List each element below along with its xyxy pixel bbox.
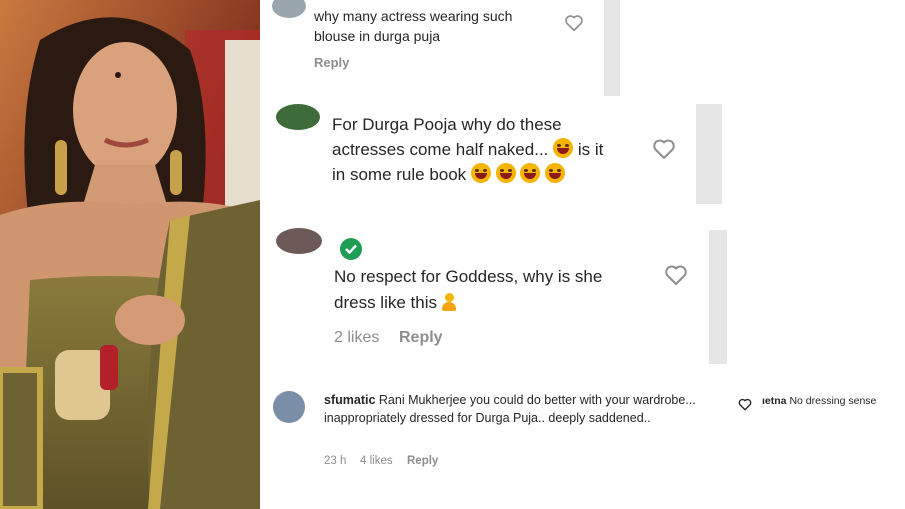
heart-outline-icon[interactable] — [564, 14, 584, 37]
reply-button[interactable]: Reply — [407, 455, 438, 467]
likes-count[interactable]: 2 likes — [334, 329, 379, 347]
reply-button[interactable]: Reply — [314, 55, 349, 70]
verified-check-icon — [340, 238, 362, 265]
laughing-emoji-icon — [470, 163, 491, 183]
comment-line-text: dress like this — [334, 293, 437, 312]
comment-username[interactable]: sfumatic — [324, 393, 375, 407]
commenter-avatar[interactable] — [272, 0, 306, 18]
comment-screenshot-4: sfumatic Rani Mukherjee you could do bet… — [262, 380, 732, 480]
divider — [709, 230, 727, 364]
commenter-avatar[interactable] — [273, 391, 305, 423]
commenter-avatar[interactable] — [276, 104, 320, 130]
comment-screenshot-1: why many actress wearing such blouse in … — [262, 0, 602, 96]
comment-line-text: in some rule book — [332, 165, 467, 184]
heart-outline-icon[interactable] — [738, 398, 752, 416]
comment-username[interactable]: ıetna — [762, 395, 787, 407]
comment-line: No respect for Goddess, why is she — [334, 267, 603, 286]
reply-button[interactable]: Reply — [399, 329, 443, 347]
person-emoji-icon — [441, 293, 456, 311]
laughing-emoji-icon — [520, 163, 541, 183]
comment-body: Rani Mukherjee you could do better with … — [324, 393, 696, 425]
comment-line: in some rule book — [332, 162, 672, 187]
comment-text: why many actress wearing such blouse in … — [314, 8, 513, 44]
heart-outline-icon[interactable] — [652, 138, 676, 165]
commenter-avatar[interactable] — [276, 228, 322, 254]
laughing-emoji-icon — [545, 163, 566, 183]
comment-body: No dressing sense — [789, 395, 877, 407]
comment-text: For Durga Pooja why do these actresses c… — [332, 112, 672, 187]
laughing-emoji-icon — [495, 163, 516, 183]
comment-text: sfumatic Rani Mukherjee you could do bet… — [324, 391, 704, 427]
comment-time: 23 h — [324, 455, 347, 467]
comment-line: dress like this — [334, 290, 664, 316]
likes-count[interactable]: 4 likes — [360, 455, 393, 467]
heart-outline-icon[interactable] — [664, 264, 688, 291]
comment-line-text: actresses come half naked... — [332, 140, 549, 159]
comment-text: ıetna No dressing sense — [762, 394, 905, 408]
celebrity-photo — [0, 0, 260, 509]
divider — [604, 0, 620, 96]
comment-line-text: is it — [577, 140, 604, 159]
divider — [696, 104, 722, 204]
comment-screenshot-5: ıetna No dressing sense — [734, 388, 905, 428]
comment-screenshot-3: No respect for Goddess, why is she dress… — [262, 228, 707, 364]
comment-text: No respect for Goddess, why is she dress… — [334, 264, 664, 316]
thinking-emoji-icon — [553, 138, 574, 158]
comment-line: For Durga Pooja why do these — [332, 115, 562, 134]
comment-screenshot-2: For Durga Pooja why do these actresses c… — [262, 100, 694, 204]
comment-line: actresses come half naked... is it — [332, 137, 672, 162]
